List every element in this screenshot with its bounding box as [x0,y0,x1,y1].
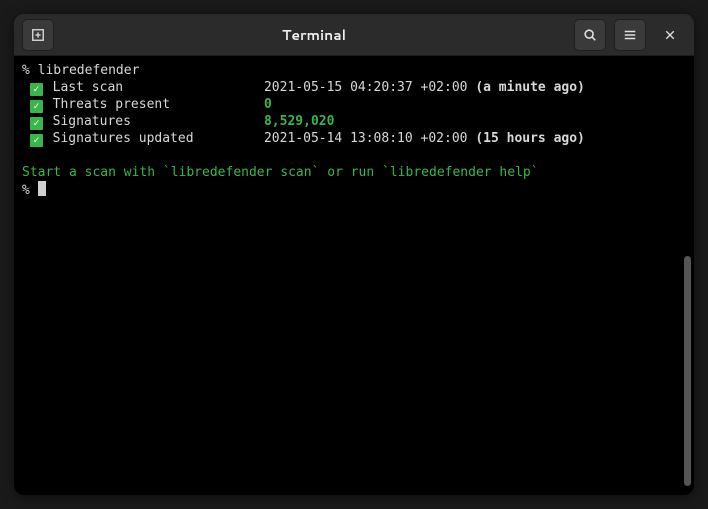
close-button[interactable] [654,19,686,51]
check-icon: ✓ [30,83,43,96]
status-label: Last scan [53,80,264,95]
status-value: 8,529,020 [264,114,334,129]
entered-command: libredefender [38,63,140,78]
status-row: ✓ Threats present 0 [22,96,686,113]
status-label: Threats present [53,97,264,112]
terminal-output[interactable]: % libredefender ✓ Last scan 2021-05-15 0… [14,56,694,495]
status-label: Signatures updated [53,131,264,146]
search-button[interactable] [574,19,606,51]
status-value: 2021-05-14 13:08:10 +02:00 [264,131,468,146]
menu-button[interactable] [614,19,646,51]
check-icon: ✓ [30,100,43,113]
check-icon: ✓ [30,134,43,147]
status-value: 0 [264,97,272,112]
status-row: ✓ Signatures 8,529,020 [22,113,686,130]
status-label: Signatures [53,114,264,129]
status-relative: (15 hours ago) [475,131,585,146]
hamburger-icon [623,28,637,42]
search-icon [583,28,597,42]
scrollbar-thumb[interactable] [684,256,691,486]
prompt: % [22,63,30,78]
terminal-window: Terminal % [14,14,694,495]
hint-text: Start a scan with `libredefender scan` o… [22,164,686,181]
close-icon [664,29,676,41]
new-tab-icon [31,28,45,42]
titlebar: Terminal [14,14,694,56]
prompt: % [22,183,30,198]
window-title: Terminal [56,25,572,45]
new-tab-button[interactable] [22,19,54,51]
status-row: ✓ Signatures updated 2021-05-14 13:08:10… [22,130,686,147]
status-row: ✓ Last scan 2021-05-15 04:20:37 +02:00 (… [22,79,686,96]
cursor [38,181,46,196]
status-relative: (a minute ago) [475,80,585,95]
status-value: 2021-05-15 04:20:37 +02:00 [264,80,468,95]
check-icon: ✓ [30,117,43,130]
